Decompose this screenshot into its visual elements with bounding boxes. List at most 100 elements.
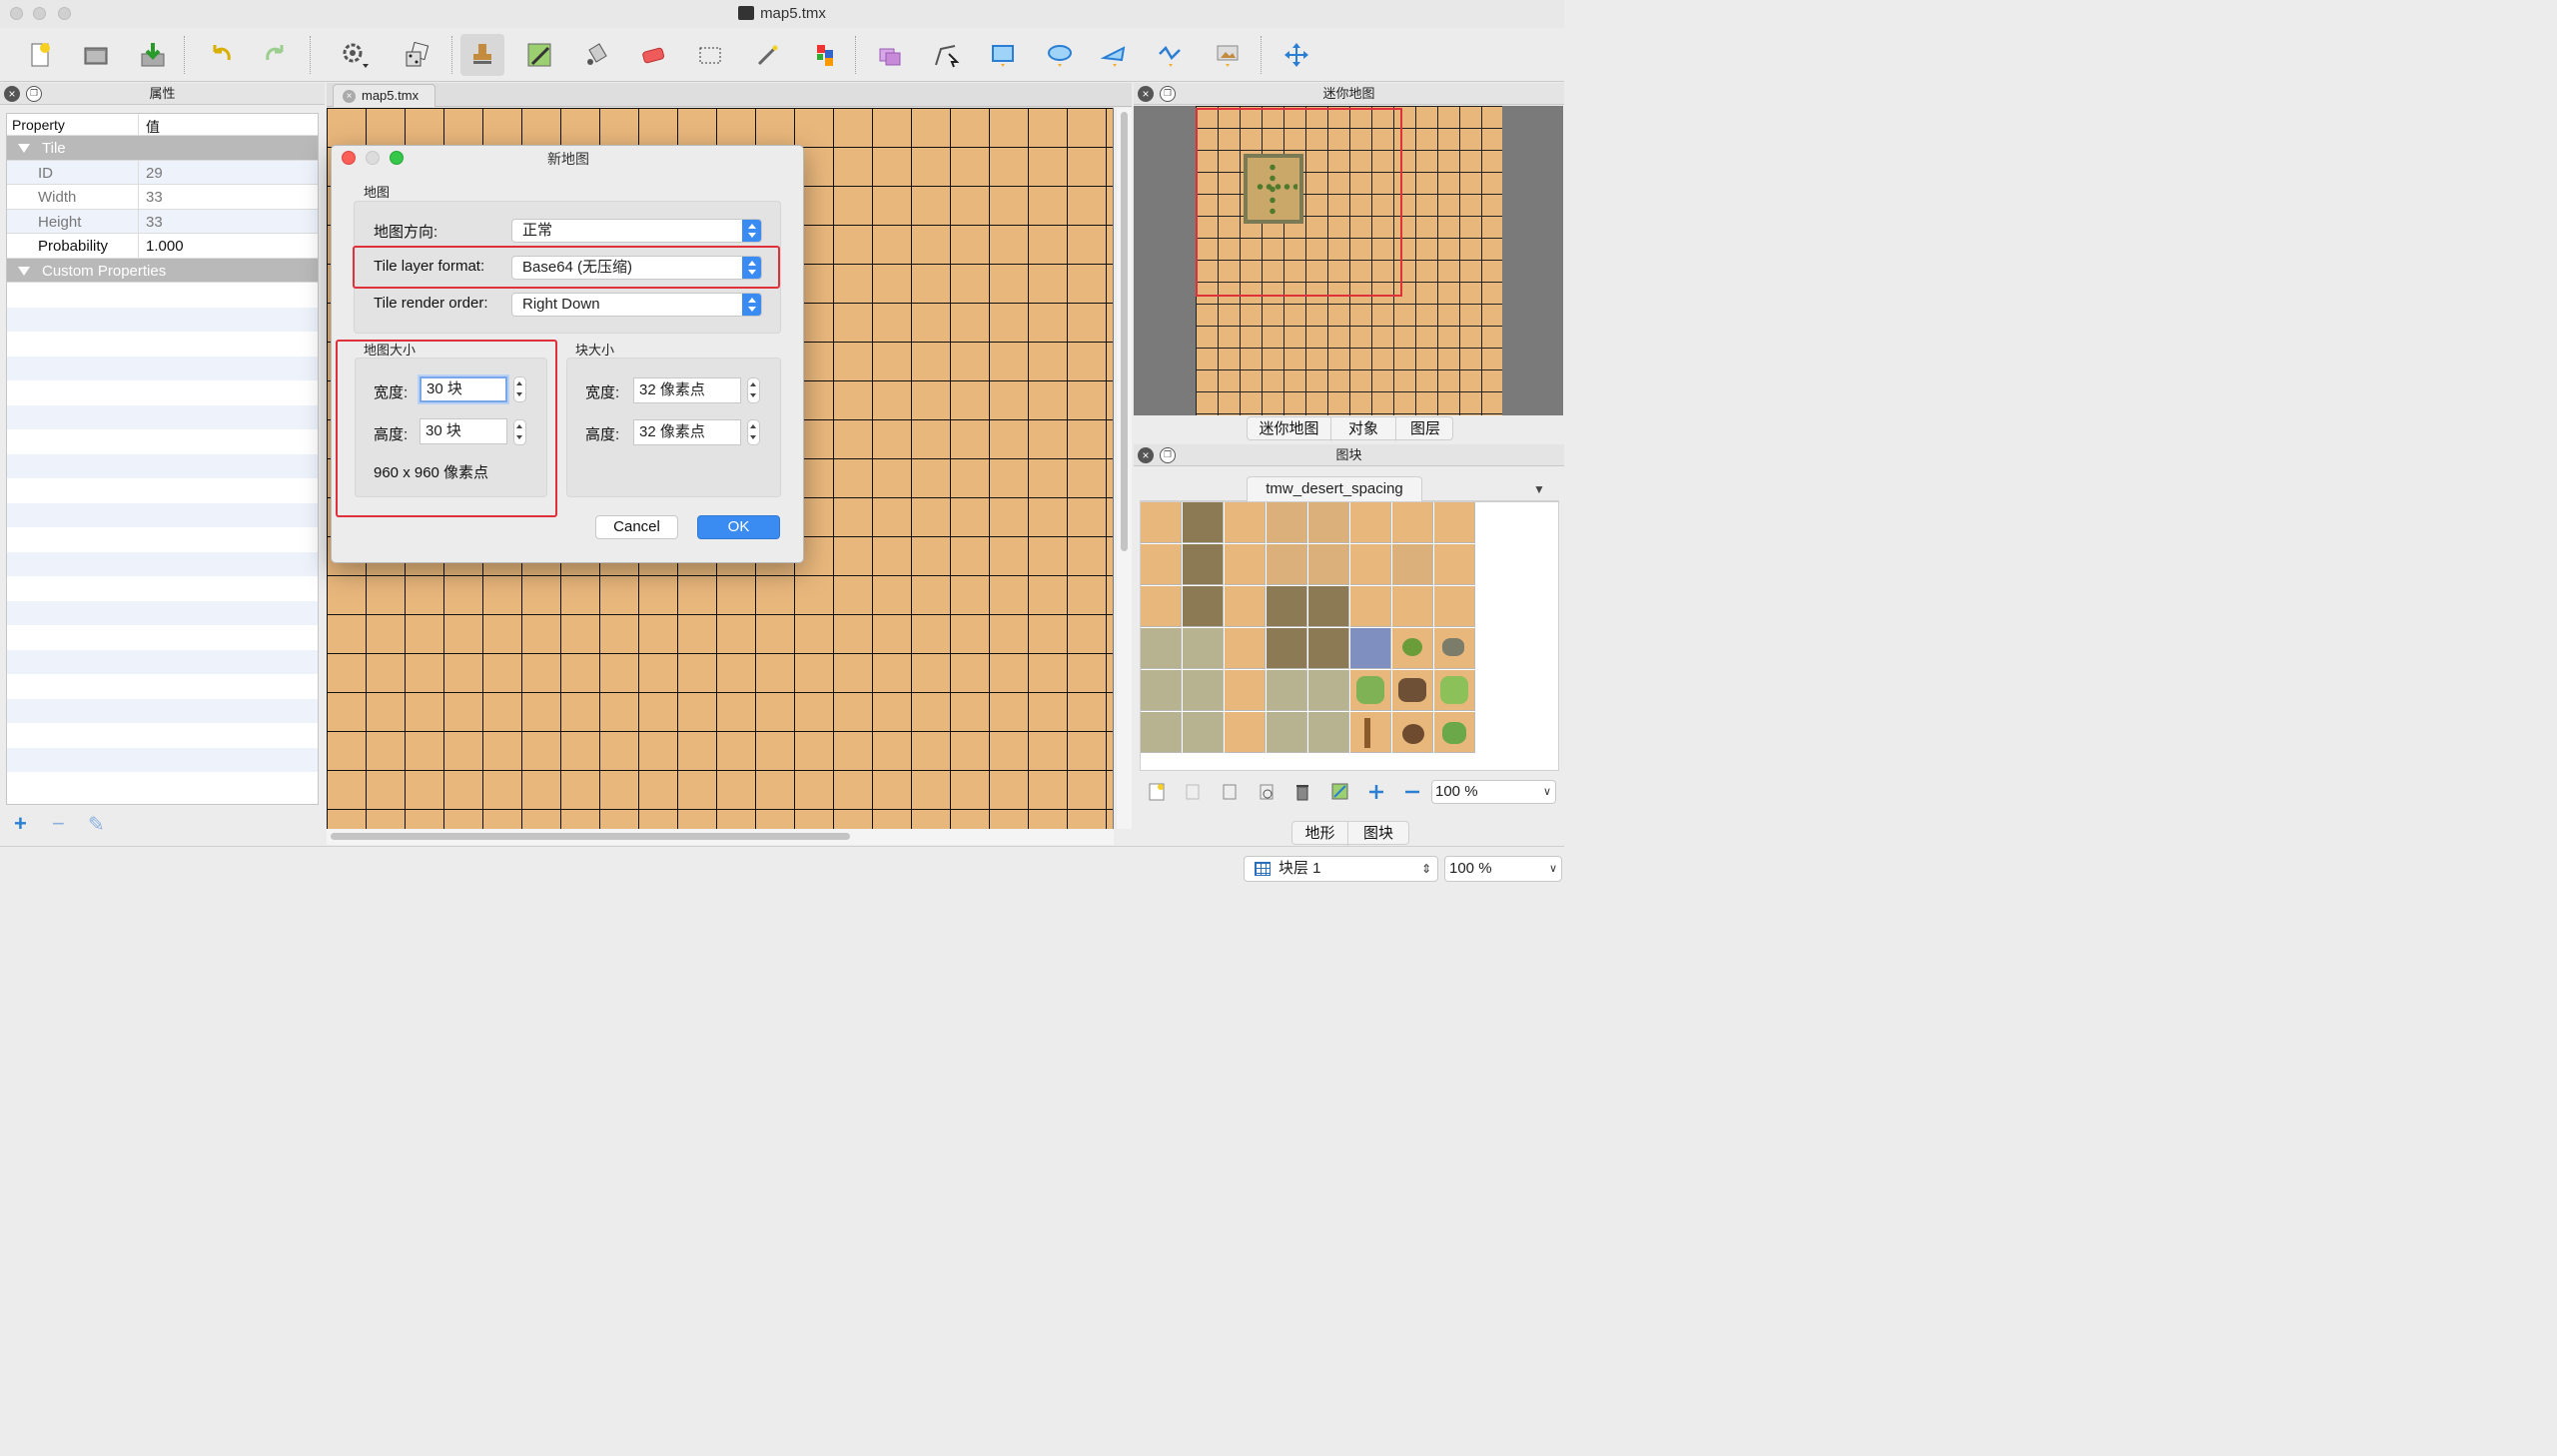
tile[interactable]: [1267, 628, 1307, 669]
tileset-properties-icon[interactable]: [1255, 780, 1278, 804]
tile-height-stepper[interactable]: [747, 419, 760, 445]
tile-height-input[interactable]: 32 像素点: [633, 419, 741, 445]
stamp-brush-button[interactable]: [460, 34, 504, 76]
tile-selected[interactable]: [1350, 628, 1391, 669]
insert-ellipse-button[interactable]: [1038, 34, 1082, 76]
select-same-tile-button[interactable]: [802, 34, 846, 76]
random-mode-button[interactable]: [396, 34, 439, 76]
tile[interactable]: [1392, 712, 1433, 753]
tile[interactable]: [1267, 670, 1307, 711]
property-row[interactable]: ID 29: [7, 160, 318, 185]
tile[interactable]: [1308, 544, 1349, 585]
close-tab-icon[interactable]: ×: [343, 90, 356, 103]
tile[interactable]: [1434, 670, 1475, 711]
tileset-zoom-select[interactable]: 100 % ∨: [1431, 780, 1556, 804]
tab-layers[interactable]: 图层: [1396, 417, 1454, 441]
tile[interactable]: [1350, 670, 1391, 711]
new-tileset-icon[interactable]: [1145, 780, 1169, 804]
terrain-brush-button[interactable]: [517, 34, 561, 76]
magic-wand-button[interactable]: [745, 34, 789, 76]
horizontal-scrollbar[interactable]: [327, 829, 1114, 845]
edit-property-button[interactable]: ✎: [88, 812, 105, 837]
render-order-select[interactable]: Right Down: [511, 293, 762, 317]
tile[interactable]: [1267, 586, 1307, 627]
eraser-button[interactable]: [631, 34, 675, 76]
tile[interactable]: [1392, 586, 1433, 627]
tab-minimap[interactable]: 迷你地图: [1248, 417, 1331, 441]
tile[interactable]: [1225, 586, 1266, 627]
tile[interactable]: [1141, 502, 1182, 543]
tile[interactable]: [1183, 502, 1224, 543]
tile[interactable]: [1267, 544, 1307, 585]
tile[interactable]: [1350, 586, 1391, 627]
vertical-scrollbar[interactable]: [1117, 108, 1132, 829]
tab-objects[interactable]: 对象: [1331, 417, 1396, 441]
tile[interactable]: [1434, 628, 1475, 669]
tile[interactable]: [1392, 628, 1433, 669]
tile[interactable]: [1225, 670, 1266, 711]
undo-button[interactable]: [200, 34, 244, 76]
tile[interactable]: [1308, 628, 1349, 669]
float-dock-icon[interactable]: ❐: [1160, 447, 1176, 463]
property-row[interactable]: Width 33: [7, 185, 318, 210]
tile[interactable]: [1392, 502, 1433, 543]
tile[interactable]: [1225, 502, 1266, 543]
close-dock-icon[interactable]: ×: [1138, 447, 1154, 463]
bucket-fill-button[interactable]: [574, 34, 618, 76]
tileset-view[interactable]: [1140, 501, 1559, 771]
commands-button[interactable]: [333, 34, 377, 76]
orientation-select[interactable]: 正常: [511, 219, 762, 243]
cancel-button[interactable]: Cancel: [595, 515, 678, 539]
float-dock-icon[interactable]: ❐: [1160, 86, 1176, 102]
tile[interactable]: [1350, 712, 1391, 753]
tile[interactable]: [1141, 712, 1182, 753]
edit-terrain-icon[interactable]: [1327, 780, 1351, 804]
zoom-out-icon[interactable]: [1400, 780, 1424, 804]
group-row-custom-properties[interactable]: Custom Properties: [7, 258, 318, 283]
float-dock-icon[interactable]: ❐: [26, 86, 42, 102]
minimap-map[interactable]: [1196, 106, 1502, 415]
add-property-button[interactable]: +: [14, 811, 27, 837]
expand-triangle-icon[interactable]: [18, 266, 30, 276]
tile-width-stepper[interactable]: [747, 377, 760, 403]
tile[interactable]: [1267, 712, 1307, 753]
tile-width-input[interactable]: 32 像素点: [633, 377, 741, 403]
new-map-button[interactable]: [18, 34, 62, 76]
tile[interactable]: [1225, 544, 1266, 585]
close-dock-icon[interactable]: ×: [1138, 86, 1154, 102]
tileset-menu-chevron-icon[interactable]: ▼: [1527, 479, 1551, 499]
tile[interactable]: [1308, 670, 1349, 711]
tile[interactable]: [1141, 544, 1182, 585]
tile[interactable]: [1183, 628, 1224, 669]
tab-terrains[interactable]: 地形: [1292, 822, 1348, 846]
expand-triangle-icon[interactable]: [18, 144, 30, 153]
group-row-tile[interactable]: Tile: [7, 136, 318, 161]
tile[interactable]: [1392, 670, 1433, 711]
embed-tileset-icon[interactable]: [1181, 780, 1205, 804]
tile[interactable]: [1434, 502, 1475, 543]
tile[interactable]: [1183, 544, 1224, 585]
tile[interactable]: [1183, 586, 1224, 627]
redo-button[interactable]: [253, 34, 297, 76]
ok-button[interactable]: OK: [697, 515, 780, 539]
tile[interactable]: [1225, 712, 1266, 753]
map-zoom-select[interactable]: 100 % ∨: [1444, 856, 1562, 882]
tile[interactable]: [1434, 544, 1475, 585]
tile[interactable]: [1141, 586, 1182, 627]
insert-polygon-button[interactable]: [1093, 34, 1137, 76]
remove-property-button[interactable]: −: [52, 811, 65, 837]
insert-rectangle-button[interactable]: [981, 34, 1025, 76]
tab-tileset-name[interactable]: tmw_desert_spacing: [1247, 476, 1422, 501]
move-button[interactable]: [1275, 34, 1318, 76]
select-objects-button[interactable]: [868, 34, 912, 76]
property-row[interactable]: Probability 1.000: [7, 234, 318, 259]
tile[interactable]: [1183, 712, 1224, 753]
tile[interactable]: [1392, 544, 1433, 585]
zoom-in-icon[interactable]: [1364, 780, 1388, 804]
rectangular-select-button[interactable]: [688, 34, 732, 76]
tile[interactable]: [1434, 586, 1475, 627]
edit-polygons-button[interactable]: [924, 34, 968, 76]
tile[interactable]: [1350, 502, 1391, 543]
delete-tileset-icon[interactable]: [1290, 780, 1314, 804]
layer-select[interactable]: 块层 1 ⇕: [1244, 856, 1438, 882]
